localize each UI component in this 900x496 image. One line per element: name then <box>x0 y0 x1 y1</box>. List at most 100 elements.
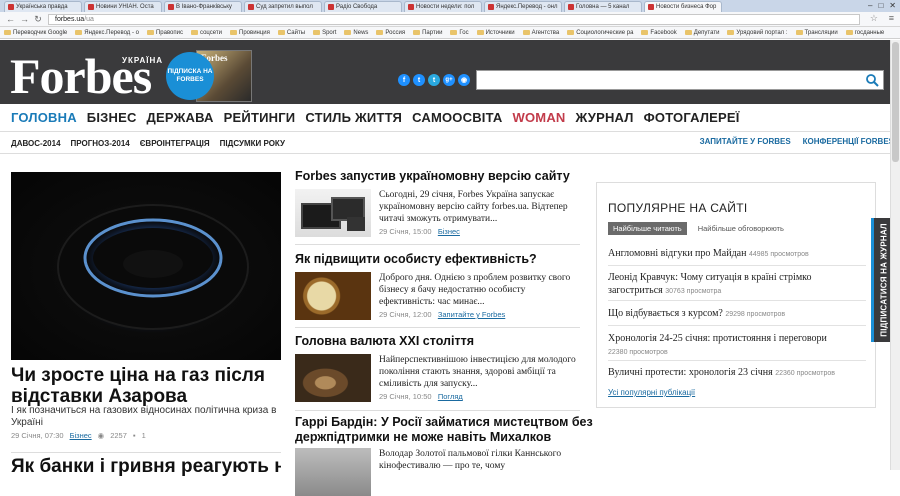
bookmark-item[interactable]: Sport <box>313 30 336 36</box>
forbes-conferences-link[interactable]: КОНФЕРЕНЦІЇ FORBES <box>803 137 894 146</box>
favicon-icon <box>248 4 254 10</box>
url-path: /ua <box>84 15 94 23</box>
close-icon[interactable]: ✕ <box>889 1 896 10</box>
back-icon[interactable]: ← <box>6 14 15 24</box>
search-icon[interactable] <box>865 73 879 87</box>
browser-tab[interactable]: В Івано-Франківську <box>164 1 242 12</box>
nav-state[interactable]: ДЕРЖАВА <box>147 110 214 125</box>
article-title[interactable]: Forbes запустив україномовну версію сайт… <box>295 169 580 184</box>
browser-menu-icon[interactable]: ≡ <box>889 13 894 23</box>
folder-icon <box>522 30 530 35</box>
nav-woman[interactable]: WOMAN <box>513 110 566 125</box>
twitter-icon[interactable]: t <box>413 74 425 86</box>
popular-item-title[interactable]: Англомовні відгуки про Майдан <box>608 248 746 259</box>
browser-tab[interactable]: Новини УНІАН. Оста <box>84 1 162 12</box>
bookmark-item[interactable]: Трансляции <box>795 30 838 36</box>
bookmark-item[interactable]: Депутати <box>684 30 719 36</box>
nav-magazine[interactable]: ЖУРНАЛ <box>576 110 634 125</box>
browser-tab[interactable]: Яндекс.Перевод - онл <box>484 1 562 12</box>
reload-icon[interactable]: ↻ <box>34 14 42 25</box>
article-thumbnail[interactable] <box>295 354 371 402</box>
bookmark-item[interactable]: Сайты <box>277 30 305 36</box>
bookmark-item[interactable]: Правопис <box>146 30 183 36</box>
nav-home[interactable]: ГОЛОВНА <box>11 110 77 125</box>
bookmark-item[interactable]: Провинция <box>230 30 270 36</box>
twitter-icon[interactable]: t <box>428 74 440 86</box>
bookmark-item[interactable]: Россия <box>376 30 405 36</box>
article-thumbnail[interactable] <box>295 272 371 320</box>
feature-headline[interactable]: Чи зросте ціна на газ після відставки Аз… <box>11 365 281 407</box>
article-title[interactable]: Як підвищити особисту ефективність? <box>295 252 580 267</box>
browser-tab[interactable]: Радіо Свобода <box>324 1 402 12</box>
article-category[interactable]: Запитайте у Forbes <box>438 310 505 319</box>
article-item: Як підвищити особисту ефективність? Добр… <box>295 252 580 320</box>
popular-title: ПОПУЛЯРНЕ НА САЙТІ <box>608 201 748 215</box>
browser-tab[interactable]: Новости недели: пол <box>404 1 482 12</box>
browser-tab[interactable]: Українська правда <box>4 1 82 12</box>
forward-icon[interactable]: → <box>20 14 29 24</box>
bookmark-item[interactable]: Социологические ра <box>567 30 633 36</box>
bookmark-item[interactable]: Партии <box>413 30 442 36</box>
facebook-icon[interactable]: f <box>398 74 410 86</box>
bookmark-item[interactable]: Яндекс.Перевод - о <box>75 30 139 36</box>
rss-icon[interactable]: ◉ <box>458 74 470 86</box>
folder-icon <box>413 30 421 35</box>
popular-item[interactable]: Вуличні протести: хронологія 23 січня 22… <box>608 366 866 380</box>
article-title[interactable]: Гаррі Бардін: У Росії займатися мистецтв… <box>295 415 593 430</box>
page-scrollbar[interactable] <box>890 40 900 470</box>
subnav-eurointegration[interactable]: ЄВРОІНТЕГРАЦІЯ <box>140 139 210 148</box>
popular-item-title[interactable]: Вуличні протести: хронологія 23 січня <box>608 367 773 378</box>
bookmark-item[interactable]: Агентства <box>522 30 559 36</box>
article-title-line-2[interactable]: держпідтримки не може навіть Михалков <box>295 430 580 445</box>
scrollbar-thumb[interactable] <box>892 42 899 162</box>
article-thumbnail[interactable] <box>295 448 371 496</box>
popular-item[interactable]: Хронологія 24-25 січня: протистояння і п… <box>608 332 866 359</box>
popular-item-title[interactable]: Що відбувається з курсом? <box>608 308 723 319</box>
url-field[interactable]: forbes.ua/ua <box>48 13 860 25</box>
subnav-davos[interactable]: ДАВОС-2014 <box>11 139 61 148</box>
bookmark-item[interactable]: Урядовий портал : <box>727 30 788 36</box>
bookmark-item[interactable]: Переводчик Google <box>4 30 67 36</box>
bookmark-star-icon[interactable]: ☆ <box>870 13 878 24</box>
article-category[interactable]: Погляд <box>438 392 463 401</box>
google-plus-icon[interactable]: g+ <box>443 74 455 86</box>
nav-lifestyle[interactable]: СТИЛЬ ЖИТТЯ <box>305 110 402 125</box>
minimize-icon[interactable]: – <box>868 1 872 10</box>
search-input[interactable] <box>476 70 884 90</box>
bookmark-item[interactable]: госданные <box>845 30 884 36</box>
popular-item[interactable]: Що відбувається з курсом? 29298 просмотр… <box>608 307 866 321</box>
popular-item[interactable]: Леонід Кравчук: Чому ситуація в країні с… <box>608 271 866 298</box>
tab-most-discussed[interactable]: Найбільше обговорюють <box>693 222 789 235</box>
bookmark-item[interactable]: News <box>344 30 368 36</box>
browser-tab-label: Новини УНІАН. Оста <box>96 4 154 10</box>
bookmark-item[interactable]: Источники <box>476 30 515 36</box>
maximize-icon[interactable]: □ <box>878 1 883 10</box>
browser-tab[interactable]: Головна — 5 канал <box>564 1 642 12</box>
browser-tab[interactable]: Новости бизнеса Фор <box>644 1 722 12</box>
subnav-forecast[interactable]: ПРОГНОЗ-2014 <box>71 139 130 148</box>
ask-forbes-link[interactable]: ЗАПИТАЙТЕ У FORBES <box>700 137 791 146</box>
bookmark-item[interactable]: соцсети <box>191 30 222 36</box>
nav-self-education[interactable]: САМООСВІТА <box>412 110 502 125</box>
all-popular-link[interactable]: Усі популярні публікації <box>608 388 695 397</box>
tab-most-read[interactable]: Найбільше читають <box>608 222 687 235</box>
article-title[interactable]: Головна валюта XXI століття <box>295 334 580 349</box>
bookmark-label: Партии <box>422 29 443 36</box>
popular-item-title[interactable]: Хронологія 24-25 січня: протистояння і п… <box>608 333 827 344</box>
sub-nav-right: ЗАПИТАЙТЕ У FORBES КОНФЕРЕНЦІЇ FORBES <box>700 137 894 146</box>
bookmark-item[interactable]: Facebook <box>641 30 677 36</box>
popular-item[interactable]: Англомовні відгуки про Майдан 44985 прос… <box>608 247 866 261</box>
bookmark-item[interactable]: Гос <box>450 30 469 36</box>
nav-business[interactable]: БІЗНЕС <box>87 110 137 125</box>
nav-photo-galleries[interactable]: ФОТОГАЛЕРЕЇ <box>644 110 740 125</box>
feature-headline-2[interactable]: Як банки і гривня реагують на <box>11 456 281 477</box>
nav-ratings[interactable]: РЕЙТИНГИ <box>224 110 296 125</box>
browser-tab[interactable]: Суд запретил выпол <box>244 1 322 12</box>
subscribe-badge[interactable]: ПІДПИСКА НА FORBES <box>166 52 214 100</box>
subnav-year-results[interactable]: ПІДСУМКИ РОКУ <box>220 139 285 148</box>
article-thumbnail[interactable] <box>295 189 371 237</box>
article-category[interactable]: Бізнес <box>438 227 460 236</box>
feature-image[interactable] <box>11 172 281 360</box>
feature-category[interactable]: Бізнес <box>70 431 92 440</box>
folder-icon <box>376 30 384 35</box>
